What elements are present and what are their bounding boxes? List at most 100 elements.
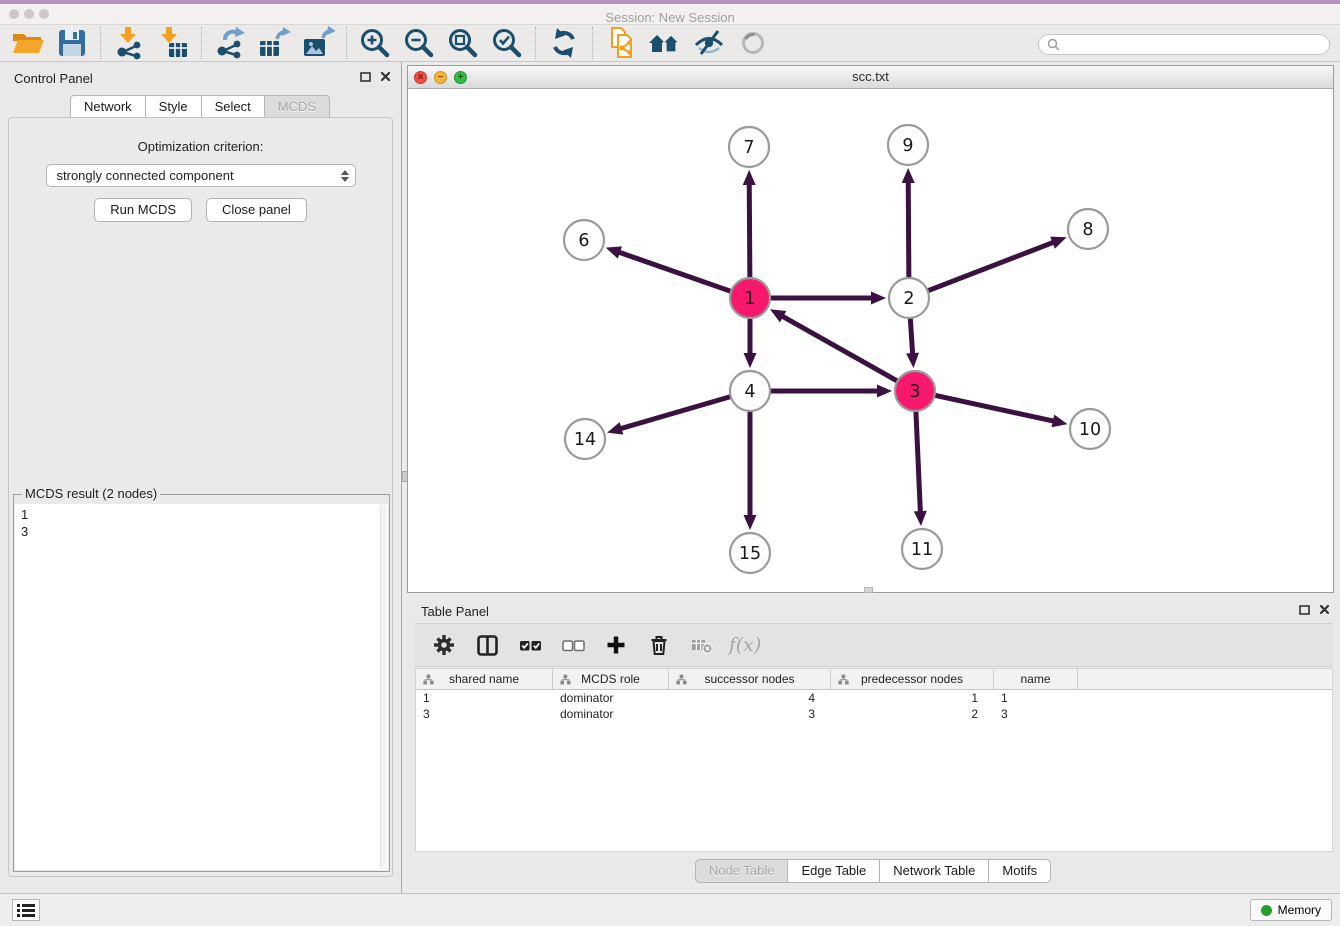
tab-mcds[interactable]: MCDS: [264, 95, 330, 119]
tab-network[interactable]: Network: [70, 95, 146, 119]
cell-shared-name[interactable]: 1: [416, 690, 553, 706]
cell-mcds-role[interactable]: dominator: [553, 690, 669, 706]
delete-table-button: [689, 632, 715, 658]
close-panel-icon[interactable]: [380, 71, 391, 82]
export-network-button[interactable]: [211, 25, 249, 61]
status-bar: Memory: [0, 893, 1340, 926]
eye-slash-icon: [692, 26, 726, 60]
memory-button[interactable]: Memory: [1250, 899, 1332, 921]
zoom-out-button[interactable]: [400, 25, 438, 61]
search-field[interactable]: [1038, 34, 1330, 55]
zoom-in-icon: [358, 26, 392, 60]
graph-node-label: 4: [744, 382, 755, 402]
mcds-panel: Optimization criterion: strongly connect…: [8, 117, 393, 877]
network-minimize-button[interactable]: −: [434, 71, 447, 84]
table-row[interactable]: 3 dominator 3 2 3: [416, 706, 1332, 722]
cell-name[interactable]: 1: [994, 690, 1078, 706]
clone-network-icon: [604, 26, 638, 60]
node-table: shared name MCDS role successor nodes pr…: [415, 668, 1333, 852]
export-image-button[interactable]: [299, 25, 337, 61]
hierarchy-icon: [676, 674, 687, 685]
column-header-successor-nodes[interactable]: successor nodes: [669, 669, 831, 689]
delete-table-icon: [691, 634, 713, 656]
table-row[interactable]: 1 dominator 4 1 1: [416, 690, 1332, 706]
float-panel-icon[interactable]: [1299, 605, 1310, 615]
toolbar-separator: [592, 27, 593, 59]
graph-node-label: 2: [903, 289, 914, 309]
close-panel-button[interactable]: Close panel: [206, 198, 307, 222]
select-all-button[interactable]: [517, 632, 543, 658]
zoom-fit-icon: [446, 26, 480, 60]
columns-icon: [476, 634, 499, 657]
network-maximize-button[interactable]: +: [454, 71, 467, 84]
list-icon: [16, 902, 36, 918]
add-row-button[interactable]: [603, 632, 629, 658]
network-window-titlebar[interactable]: × − + scc.txt: [408, 66, 1333, 89]
tab-network-table[interactable]: Network Table: [879, 859, 989, 883]
graph-arrowhead: [871, 292, 886, 305]
show-columns-button[interactable]: [474, 632, 500, 658]
graph-arrowhead: [1051, 415, 1067, 428]
mcds-result-text[interactable]: 1 3: [15, 504, 388, 870]
graph-edge-3-1[interactable]: [780, 315, 899, 382]
result-scrollbar[interactable]: [380, 505, 387, 869]
graph-edge-2-8[interactable]: [926, 242, 1056, 292]
tab-style[interactable]: Style: [145, 95, 202, 119]
main-toolbar: [0, 24, 1340, 62]
cell-name[interactable]: 3: [994, 706, 1078, 722]
network-close-button[interactable]: ×: [414, 71, 427, 84]
zoom-in-button[interactable]: [356, 25, 394, 61]
graph-arrowhead: [606, 246, 622, 258]
cell-successor-nodes[interactable]: 3: [669, 706, 831, 722]
column-header-predecessor-nodes[interactable]: predecessor nodes: [831, 669, 994, 689]
canvas-resize-handle[interactable]: [864, 587, 873, 593]
column-header-mcds-role[interactable]: MCDS role: [553, 669, 669, 689]
save-session-button[interactable]: [53, 25, 91, 61]
cell-successor-nodes[interactable]: 4: [669, 690, 831, 706]
column-header-name[interactable]: name: [994, 669, 1078, 689]
tab-edge-table[interactable]: Edge Table: [787, 859, 880, 883]
hierarchy-icon: [560, 674, 571, 685]
tab-motifs[interactable]: Motifs: [988, 859, 1051, 883]
float-panel-icon[interactable]: [360, 72, 371, 82]
tab-node-table[interactable]: Node Table: [695, 859, 789, 883]
task-history-button[interactable]: [12, 899, 40, 921]
zoom-selected-button[interactable]: [488, 25, 526, 61]
tab-select[interactable]: Select: [201, 95, 265, 119]
show-hide-graphics-button[interactable]: [690, 25, 728, 61]
graph-node-label: 8: [1082, 220, 1093, 240]
graph-edge-3-11[interactable]: [916, 409, 921, 514]
first-neighbors-button[interactable]: [646, 25, 684, 61]
result-line: 3: [21, 523, 382, 540]
cell-shared-name[interactable]: 3: [416, 706, 553, 722]
apply-layout-button[interactable]: [545, 25, 583, 61]
network-canvas[interactable]: 7968124314101511: [408, 89, 1333, 592]
clone-network-button[interactable]: [602, 25, 640, 61]
graph-edge-2-9[interactable]: [908, 180, 909, 280]
run-mcds-button[interactable]: Run MCDS: [94, 198, 192, 222]
column-header-shared-name[interactable]: shared name: [416, 669, 553, 689]
graph-node-label: 6: [578, 231, 589, 251]
import-network-button[interactable]: [110, 25, 148, 61]
cell-predecessor-nodes[interactable]: 2: [831, 706, 994, 722]
export-table-button[interactable]: [255, 25, 293, 61]
delete-row-button[interactable]: [646, 632, 672, 658]
table-settings-button[interactable]: [431, 632, 457, 658]
import-table-button[interactable]: [154, 25, 192, 61]
zoom-fit-button[interactable]: [444, 25, 482, 61]
criterion-dropdown[interactable]: strongly connected component: [46, 164, 356, 187]
cell-predecessor-nodes[interactable]: 1: [831, 690, 994, 706]
graph-edge-1-7[interactable]: [749, 182, 750, 280]
graph-edge-2-3[interactable]: [910, 316, 913, 356]
graph-edge-1-6[interactable]: [617, 252, 733, 293]
deselect-all-button[interactable]: [560, 632, 586, 658]
graph-edge-3-10[interactable]: [933, 395, 1056, 422]
checked-boxes-icon: [519, 634, 542, 657]
graph-edge-4-14[interactable]: [619, 396, 733, 429]
toolbar-separator: [201, 27, 202, 59]
cell-mcds-role[interactable]: dominator: [553, 706, 669, 722]
search-input[interactable]: [1065, 38, 1321, 52]
close-panel-icon[interactable]: [1319, 604, 1330, 615]
open-session-button[interactable]: [9, 25, 47, 61]
open-folder-icon: [11, 26, 45, 60]
